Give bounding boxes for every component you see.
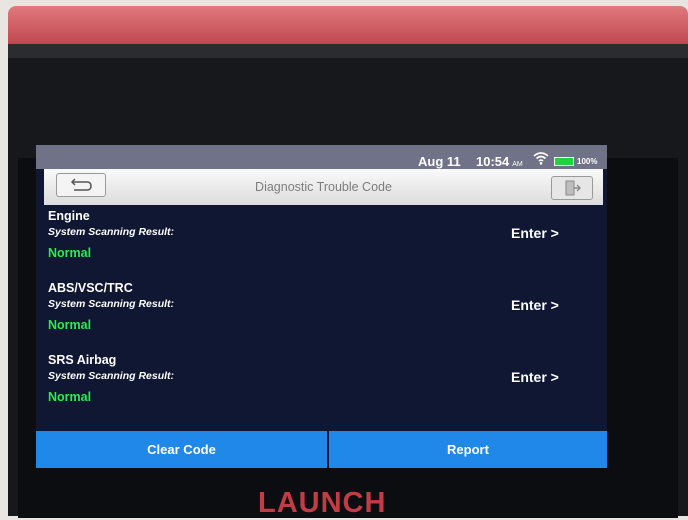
status-date: Aug 11: [418, 154, 461, 169]
system-name: ABS/VSC/TRC: [48, 281, 133, 295]
action-bar: Clear Code Report: [36, 431, 607, 468]
page-title: Diagnostic Trouble Code: [255, 180, 392, 194]
enter-engine-button[interactable]: Enter >: [511, 225, 559, 241]
status-time: 10:54 AM: [476, 154, 523, 169]
scan-status: Normal: [48, 318, 92, 332]
exit-button[interactable]: [551, 176, 593, 200]
battery-icon: [554, 157, 574, 166]
wifi-icon: [533, 152, 549, 168]
enter-srs-button[interactable]: Enter >: [511, 369, 559, 385]
title-bar: Diagnostic Trouble Code: [44, 169, 603, 205]
report-button[interactable]: Report: [329, 431, 607, 468]
system-row-abs: ABS/VSC/TRC System Scanning Result: Norm…: [48, 281, 588, 351]
scan-result-label: System Scanning Result:: [48, 226, 175, 238]
status-bar: Aug 11 10:54 AM 100%: [36, 145, 607, 169]
scan-status: Normal: [48, 390, 92, 404]
clear-code-button[interactable]: Clear Code: [36, 431, 327, 468]
system-row-engine: Engine System Scanning Result: Normal En…: [48, 209, 588, 279]
status-time-value: 10:54: [476, 154, 510, 169]
launch-logo: LAUNCH: [258, 487, 387, 519]
scan-result-label: System Scanning Result:: [48, 298, 175, 310]
status-time-suffix: AM: [512, 161, 523, 168]
system-row-srs: SRS Airbag System Scanning Result: Norma…: [48, 353, 588, 423]
enter-abs-button[interactable]: Enter >: [511, 297, 559, 313]
exit-icon: [565, 180, 581, 196]
system-name: SRS Airbag: [48, 353, 117, 367]
scan-status: Normal: [48, 246, 92, 260]
battery-level: 100%: [577, 157, 598, 166]
scanner-screen: Aug 11 10:54 AM 100% Diagnostic Trouble C…: [36, 145, 607, 468]
system-name: Engine: [48, 209, 90, 223]
scan-result-label: System Scanning Result:: [48, 370, 175, 382]
